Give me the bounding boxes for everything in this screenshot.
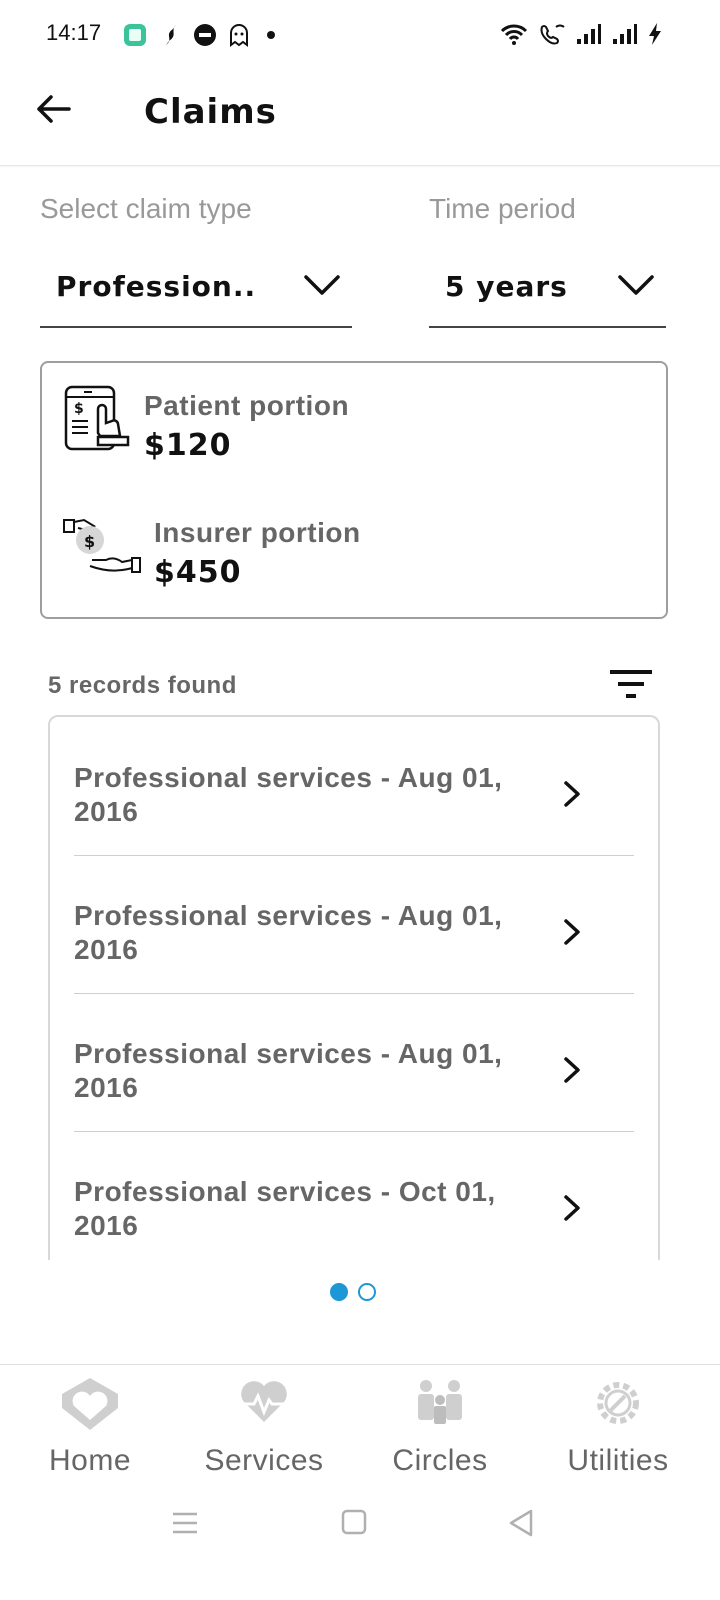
chevron-right-icon: [564, 781, 580, 807]
patient-payment-icon: $: [62, 383, 132, 453]
time-period-select[interactable]: 5 years: [429, 246, 666, 328]
claim-record-title: Professional services - Aug 01, 2016: [74, 1038, 503, 1103]
status-time: 14:17: [46, 20, 102, 45]
filter-icon: [610, 670, 652, 698]
gear-wrench-icon: [597, 1382, 639, 1424]
status-right: [500, 22, 662, 46]
more-dot-icon: [258, 22, 284, 48]
nav-services[interactable]: Services: [174, 1372, 354, 1492]
insurer-portion-label: Insurer portion: [154, 517, 361, 548]
nav-circles[interactable]: Circles: [350, 1372, 530, 1492]
nav-utilities-label: Utilities: [567, 1444, 669, 1477]
svg-text:$: $: [84, 532, 95, 551]
app-bar: [0, 70, 720, 166]
svg-text:$: $: [74, 401, 84, 417]
heartbeat-icon: [238, 1381, 290, 1422]
home-heart-icon: [62, 1378, 118, 1430]
page-dot-1[interactable]: [330, 1283, 348, 1301]
ghost-icon: [226, 22, 252, 48]
home-system-button[interactable]: [340, 1508, 380, 1544]
claim-type-value: Profession..: [56, 269, 257, 303]
chevron-right-icon: [564, 919, 580, 945]
claim-record-row[interactable]: Professional services - Aug 01, 2016: [74, 855, 634, 994]
page-dot-2[interactable]: [358, 1283, 376, 1301]
chevron-right-icon: [564, 1195, 580, 1221]
claim-record-title: Professional services - Oct 01, 2016: [74, 1176, 496, 1241]
nav-home-label: Home: [48, 1444, 132, 1477]
nav-circles-label: Circles: [392, 1444, 488, 1477]
claim-record-title: Professional services - Aug 01, 2016: [74, 900, 503, 965]
claim-type-label: Select claim type: [40, 193, 252, 224]
shazam-icon: [158, 22, 184, 48]
claim-type-select[interactable]: Profession..: [40, 246, 352, 328]
people-icon: [418, 1380, 462, 1424]
back-system-button[interactable]: [506, 1508, 546, 1544]
claim-record-row[interactable]: Professional services - Aug 01, 2016: [74, 717, 634, 856]
page-title: Claims: [144, 92, 277, 132]
arrow-left-icon: [37, 95, 71, 123]
patient-portion-amount: $120: [144, 428, 232, 463]
claim-record-row[interactable]: Professional services - Aug 01, 2016: [74, 993, 634, 1132]
nav-home[interactable]: Home: [0, 1372, 180, 1492]
app-notification-icon: [122, 22, 148, 48]
insurer-payment-icon: $: [62, 512, 142, 578]
signal-icon-2: [613, 24, 637, 44]
chevron-right-icon: [564, 1057, 580, 1083]
insurer-portion-amount: $450: [154, 555, 242, 590]
menu-button[interactable]: [170, 1508, 210, 1544]
records-list: Professional services - Aug 01, 2016 Pro…: [48, 715, 660, 1260]
chevron-down-icon: [618, 275, 654, 295]
claim-record-row[interactable]: Professional services - Oct 01, 2016: [74, 1131, 634, 1260]
time-period-value: 5 years: [445, 269, 568, 303]
square-icon: [341, 1509, 367, 1535]
wifi-call-icon: [540, 24, 565, 45]
claim-record-title: Professional services - Aug 01, 2016: [74, 762, 503, 827]
nav-services-label: Services: [204, 1444, 324, 1477]
menu-lines-icon: [173, 1512, 197, 1534]
records-count: 5 records found: [48, 672, 237, 699]
time-period-label: Time period: [429, 193, 576, 224]
claims-summary-card: [40, 361, 668, 619]
app-badge-icon: [192, 22, 218, 48]
nav-utilities[interactable]: Utilities: [528, 1372, 708, 1492]
signal-icon-1: [577, 24, 601, 44]
filter-button[interactable]: [606, 664, 656, 708]
page-indicator: [330, 1283, 376, 1301]
back-button[interactable]: [30, 86, 76, 132]
wifi-icon: [500, 24, 528, 45]
patient-portion-label: Patient portion: [144, 390, 350, 421]
triangle-back-icon: [509, 1509, 533, 1537]
chevron-down-icon: [304, 275, 340, 295]
battery-charging-icon: [649, 23, 661, 45]
